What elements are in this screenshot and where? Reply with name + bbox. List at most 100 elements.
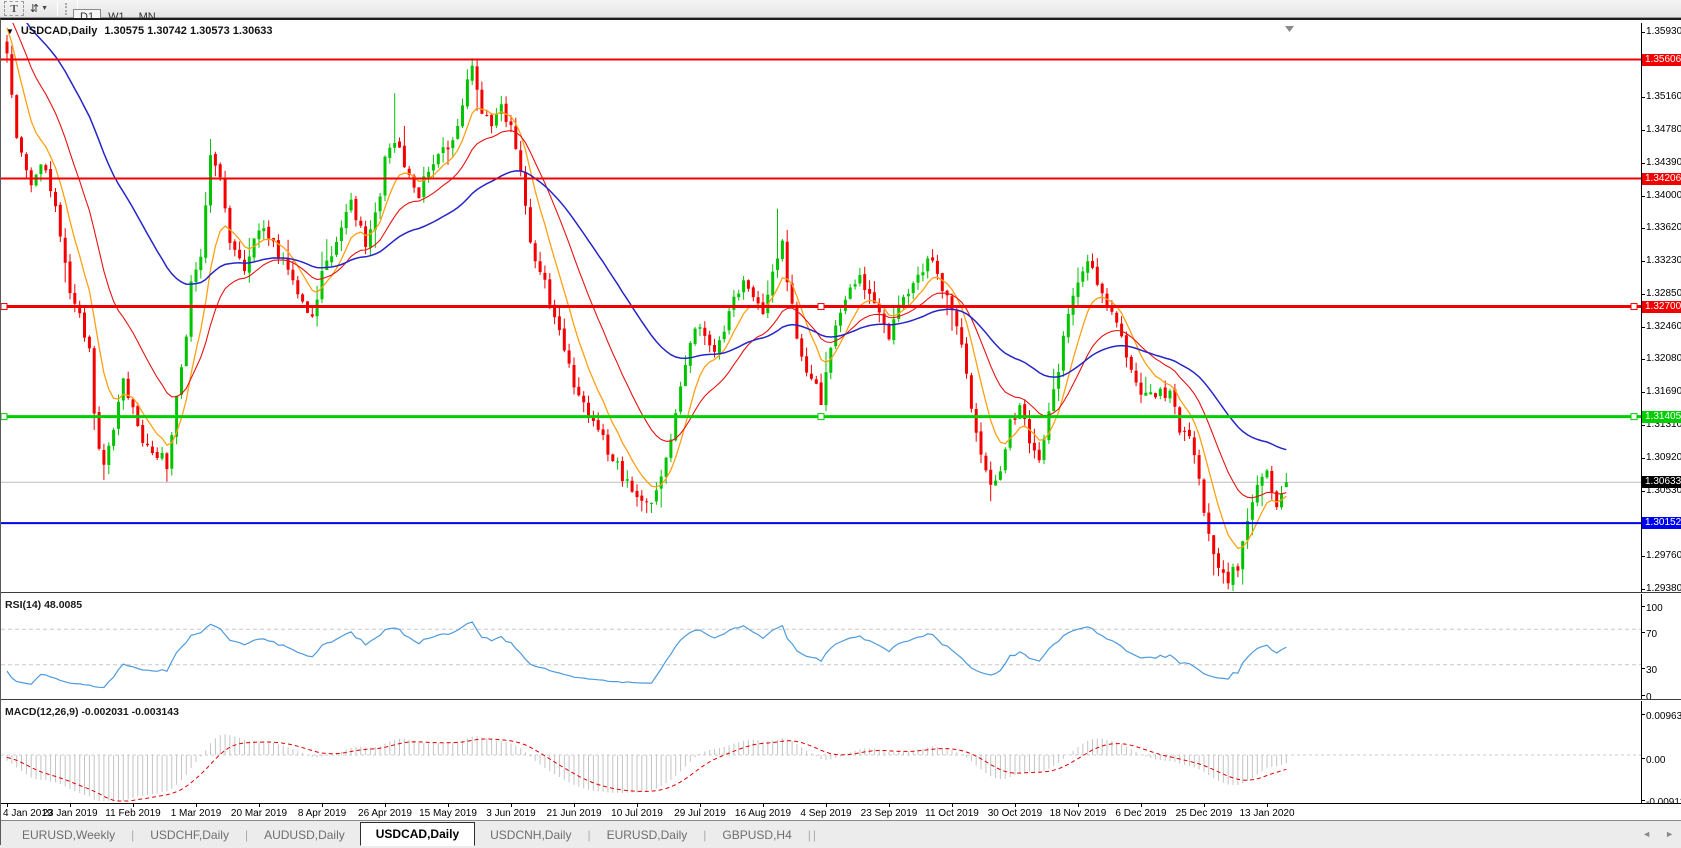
sort-arrows-icon: ⇵ xyxy=(30,2,39,15)
price-axis[interactable]: 1.359301.355501.351601.347801.343901.340… xyxy=(1641,23,1681,803)
tab-separator: | xyxy=(812,828,817,842)
chart-title: ▼ USDCAD,Daily 1.30575 1.30742 1.30573 1… xyxy=(6,25,273,37)
date-tick-mark xyxy=(70,804,71,807)
axis-tick-mark xyxy=(1642,97,1645,98)
price-tick-label: 1.32080 xyxy=(1646,353,1681,365)
macd-pane[interactable] xyxy=(1,701,1641,803)
axis-tick-mark xyxy=(1642,758,1645,759)
rsi-pane[interactable] xyxy=(1,595,1641,699)
ma-line-fast xyxy=(7,28,1286,549)
rsi-tick-label: 100 xyxy=(1646,603,1663,615)
axis-tick-mark xyxy=(1642,130,1645,131)
date-tick-mark xyxy=(133,804,134,807)
date-tick-mark xyxy=(952,804,953,807)
price-tick-label: 1.29760 xyxy=(1646,550,1681,562)
price-tick-label: 1.33620 xyxy=(1646,222,1681,234)
chart-tabs: EURUSD,Weekly|USDCHF,Daily|AUDUSD,DailyU… xyxy=(7,821,817,848)
date-tick-mark xyxy=(1015,804,1016,807)
price-tick-label: 1.32850 xyxy=(1646,288,1681,300)
chart-dropdown-icon[interactable]: ▼ xyxy=(6,27,14,36)
pane-divider[interactable] xyxy=(1,699,1681,701)
axis-tick-mark xyxy=(1642,261,1645,262)
axis-tick-mark xyxy=(1642,800,1645,801)
axis-tick-mark xyxy=(1642,163,1645,164)
chart-ohlc-values: 1.30575 1.30742 1.30573 1.30633 xyxy=(104,25,272,37)
chart-shift-marker[interactable] xyxy=(1285,26,1294,32)
tab-scroll-right-icon[interactable]: ► xyxy=(1665,829,1674,839)
date-tick-mark xyxy=(1204,804,1205,807)
line-selection-handle[interactable] xyxy=(1,414,7,420)
text-tool-button[interactable]: T xyxy=(4,1,24,16)
axis-tick-mark xyxy=(1642,392,1645,393)
axis-tick-mark xyxy=(1642,668,1645,669)
down-candle-wicks xyxy=(7,35,1277,589)
axis-tick-mark xyxy=(1642,458,1645,459)
price-tick-label: 1.35930 xyxy=(1646,26,1681,38)
date-tick-mark xyxy=(322,804,323,807)
date-tick-mark xyxy=(1141,804,1142,807)
date-tick-mark xyxy=(826,804,827,807)
price-tick-label: 1.34000 xyxy=(1646,190,1681,202)
toolbar-separator xyxy=(57,2,58,16)
toolbar: T ⇵ ▼ M1M5M15M30H1H4D1W1MN xyxy=(0,0,1681,18)
chart-window: ▼ USDCAD,Daily 1.30575 1.30742 1.30573 1… xyxy=(0,18,1681,845)
price-line-label: 1.30152 xyxy=(1642,517,1681,529)
chart-tab-usdcnh-daily[interactable]: USDCNH,Daily xyxy=(475,825,586,845)
chart-tab-eurusd-weekly[interactable]: EURUSD,Weekly xyxy=(7,825,130,845)
price-tick-label: 1.35160 xyxy=(1646,91,1681,103)
current-price-label: 1.30633 xyxy=(1642,476,1681,488)
rsi-tick-label: 0 xyxy=(1646,692,1652,704)
date-tick-mark xyxy=(763,804,764,807)
date-tick-mark xyxy=(385,804,386,807)
date-tick-mark xyxy=(448,804,449,807)
macd-label: MACD(12,26,9) -0.002031 -0.003143 xyxy=(5,706,179,718)
axis-tick-mark xyxy=(1642,228,1645,229)
chart-tab-eurusd-daily[interactable]: EURUSD,Daily xyxy=(592,825,703,845)
date-tick-label: 13 Jan 2020 xyxy=(1227,808,1307,819)
price-tick-label: 1.32460 xyxy=(1646,321,1681,333)
axis-tick-mark xyxy=(1642,606,1645,607)
chart-symbol-label: USDCAD,Daily xyxy=(21,25,97,37)
toolbar-grip[interactable] xyxy=(65,3,68,15)
date-axis[interactable]: 4 Jan 201923 Jan 201911 Feb 20191 Mar 20… xyxy=(1,803,1681,820)
ma-line-slow xyxy=(7,23,1286,450)
price-line-label: 1.31405 xyxy=(1642,411,1681,423)
tab-scroll-left-icon[interactable]: ◄ xyxy=(1642,829,1651,839)
axis-tick-mark xyxy=(1642,695,1645,696)
rsi-tick-label: 30 xyxy=(1646,665,1657,677)
pane-divider[interactable] xyxy=(1,592,1681,594)
price-line-label: 1.35606 xyxy=(1642,54,1681,66)
chart-tab-gbpusd-h4[interactable]: GBPUSD,H4 xyxy=(707,825,806,845)
date-tick-mark xyxy=(574,804,575,807)
line-selection-handle[interactable] xyxy=(818,304,824,310)
ma-line-medium xyxy=(7,23,1286,498)
chart-tab-audusd-daily[interactable]: AUDUSD,Daily xyxy=(249,825,360,845)
up-candle-wicks xyxy=(36,58,1286,591)
price-chart-pane[interactable] xyxy=(1,23,1641,592)
date-tick-mark xyxy=(1267,804,1268,807)
price-tick-label: 1.34780 xyxy=(1646,124,1681,136)
price-tick-label: 1.31690 xyxy=(1646,386,1681,398)
chart-tab-usdcad-daily[interactable]: USDCAD,Daily xyxy=(360,822,475,846)
price-line-label: 1.32700 xyxy=(1642,301,1681,313)
axis-tick-mark xyxy=(1642,294,1645,295)
dropdown-caret-icon: ▼ xyxy=(41,5,48,12)
line-selection-handle[interactable] xyxy=(1,304,7,310)
line-selection-handle[interactable] xyxy=(818,414,824,420)
macd-tick-label: 0.00 xyxy=(1646,755,1665,767)
axis-tick-mark xyxy=(1642,589,1645,590)
date-tick-mark xyxy=(700,804,701,807)
date-tick-mark xyxy=(889,804,890,807)
line-selection-handle[interactable] xyxy=(1631,414,1637,420)
axis-tick-mark xyxy=(1642,491,1645,492)
chart-tab-usdchf-daily[interactable]: USDCHF,Daily xyxy=(135,825,244,845)
date-tick-mark xyxy=(7,804,8,807)
date-tick-mark xyxy=(1078,804,1079,807)
date-tick-mark xyxy=(637,804,638,807)
axis-tick-mark xyxy=(1642,714,1645,715)
price-tick-label: 1.30920 xyxy=(1646,452,1681,464)
price-tick-label: 1.34390 xyxy=(1646,157,1681,169)
arrange-button[interactable]: ⇵ ▼ xyxy=(26,1,52,16)
line-selection-handle[interactable] xyxy=(1631,304,1637,310)
axis-tick-mark xyxy=(1642,359,1645,360)
